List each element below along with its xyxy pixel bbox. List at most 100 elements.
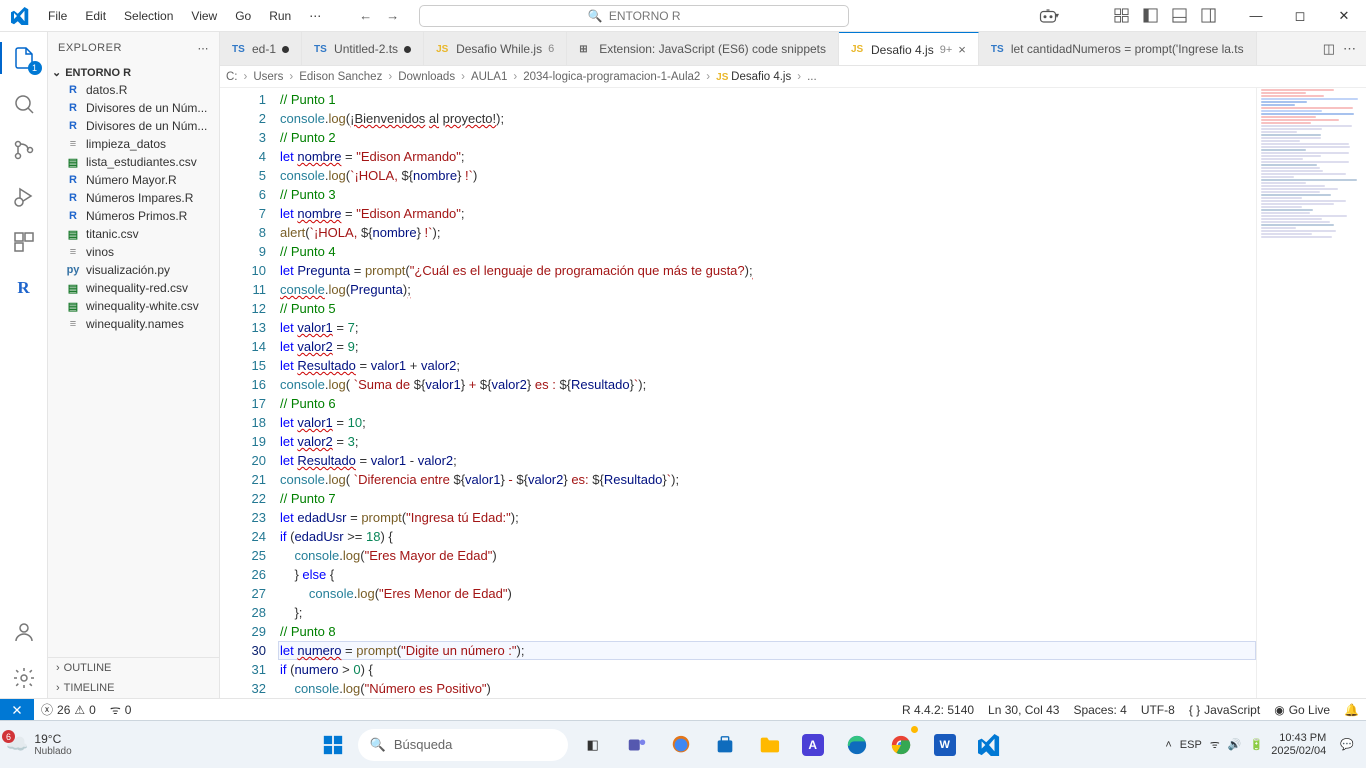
problems-status[interactable]: ⓧ26 ⚠0 xyxy=(34,699,103,721)
edge-icon[interactable] xyxy=(838,726,876,764)
split-editor-icon[interactable]: ◫ xyxy=(1323,41,1335,57)
file-item[interactable]: RDivisores de un Núm... xyxy=(48,117,219,135)
code-line[interactable]: if (edadUsr >= 18) { xyxy=(278,527,1256,546)
file-item[interactable]: ≡vinos xyxy=(48,243,219,261)
copilot-app-icon[interactable] xyxy=(662,726,700,764)
volume-icon[interactable]: 🔊 xyxy=(1228,738,1242,751)
code-line[interactable]: let nombre = "Edison Armando"; xyxy=(278,204,1256,223)
code-line[interactable]: let edadUsr = prompt("Ingresa tú Edad:")… xyxy=(278,508,1256,527)
code-line[interactable]: // Punto 2 xyxy=(278,128,1256,147)
activity-settings-icon[interactable] xyxy=(0,658,48,698)
file-item[interactable]: ▤winequality-red.csv xyxy=(48,279,219,297)
notification-center-icon[interactable]: 💬 xyxy=(1340,738,1354,751)
cursor-position-status[interactable]: Ln 30, Col 43 xyxy=(981,699,1066,721)
menu-more[interactable]: ⋯ xyxy=(301,5,329,27)
menu-selection[interactable]: Selection xyxy=(116,5,181,27)
wifi-icon[interactable]: ᯤ xyxy=(1210,737,1220,752)
editor-tab[interactable]: ⊞Extension: JavaScript (ES6) code snippe… xyxy=(567,32,839,66)
workspace-root[interactable]: ⌄ ENTORNO R xyxy=(48,64,219,81)
code-line[interactable]: console.log(Pregunta); xyxy=(278,280,1256,299)
file-item[interactable]: RNúmeros Primos.R xyxy=(48,207,219,225)
code-line[interactable]: // Punto 5 xyxy=(278,299,1256,318)
editor-tab[interactable]: TSUntitled-2.ts xyxy=(302,32,424,66)
editor-tab[interactable]: JSDesafio 4.js9+× xyxy=(839,32,979,66)
activity-r-icon[interactable]: R xyxy=(0,268,48,308)
code-line[interactable]: let nombre = "Edison Armando"; xyxy=(278,147,1256,166)
notifications-icon[interactable]: 🔔 xyxy=(1337,699,1366,721)
file-item[interactable]: ▤titanic.csv xyxy=(48,225,219,243)
activity-explorer-icon[interactable]: 1 xyxy=(0,38,48,78)
r-version-status[interactable]: R 4.4.2: 5140 xyxy=(895,699,981,721)
activity-account-icon[interactable] xyxy=(0,612,48,652)
breadcrumb-item[interactable]: 2034-logica-programacion-1-Aula2 xyxy=(523,71,700,83)
code-line[interactable]: // Punto 6 xyxy=(278,394,1256,413)
code-editor[interactable]: // Punto 1console.log(¡Bienvenidos al pr… xyxy=(278,88,1256,698)
editor-tab[interactable]: TSed-1 xyxy=(220,32,302,66)
command-center[interactable]: 🔍 ENTORNO R xyxy=(419,5,849,27)
code-line[interactable]: // Punto 7 xyxy=(278,489,1256,508)
code-line[interactable]: console.log( `Diferencia entre ${valor1}… xyxy=(278,470,1256,489)
code-line[interactable]: let valor1 = 7; xyxy=(278,318,1256,337)
app-a-icon[interactable]: A xyxy=(794,726,832,764)
taskbar-clock[interactable]: 10:43 PM 2025/02/04 xyxy=(1271,732,1326,758)
activity-search-icon[interactable] xyxy=(0,84,48,124)
code-line[interactable]: console.log( `Suma de ${valor1} + ${valo… xyxy=(278,375,1256,394)
explorer-more-icon[interactable]: ⋯ xyxy=(198,42,210,55)
language-mode-status[interactable]: { } JavaScript xyxy=(1182,699,1267,721)
activity-extensions-icon[interactable] xyxy=(0,222,48,262)
breadcrumb-item[interactable]: Users xyxy=(253,71,283,83)
file-item[interactable]: pyvisualización.py xyxy=(48,261,219,279)
fileexplorer-icon[interactable] xyxy=(750,726,788,764)
file-item[interactable]: RNúmero Mayor.R xyxy=(48,171,219,189)
start-button-icon[interactable] xyxy=(314,726,352,764)
code-line[interactable]: // Punto 8 xyxy=(278,622,1256,641)
activity-debug-icon[interactable] xyxy=(0,176,48,216)
code-line[interactable]: } else { xyxy=(278,565,1256,584)
tab-close-icon[interactable]: × xyxy=(958,42,966,57)
code-line[interactable]: console.log(¡Bienvenidos al proyecto!); xyxy=(278,109,1256,128)
encoding-status[interactable]: UTF-8 xyxy=(1134,699,1182,721)
golive-status[interactable]: ◉Go Live xyxy=(1267,699,1337,721)
code-line[interactable]: let valor2 = 9; xyxy=(278,337,1256,356)
layout-right-icon[interactable] xyxy=(1195,3,1221,29)
code-line[interactable]: // Punto 3 xyxy=(278,185,1256,204)
code-line[interactable]: console.log("Eres Menor de Edad") xyxy=(278,584,1256,603)
msstore-icon[interactable] xyxy=(706,726,744,764)
taskbar-search[interactable]: 🔍Búsqueda xyxy=(358,729,568,761)
copilot-icon[interactable]: ▾ xyxy=(1036,3,1062,29)
tray-chevron-icon[interactable]: ˄ xyxy=(1165,739,1171,751)
code-line[interactable]: let numero = prompt("Digite un número :"… xyxy=(278,641,1256,660)
menu-edit[interactable]: Edit xyxy=(77,5,114,27)
indentation-status[interactable]: Spaces: 4 xyxy=(1066,699,1133,721)
file-item[interactable]: ▤lista_estudiantes.csv xyxy=(48,153,219,171)
teams-icon[interactable] xyxy=(618,726,656,764)
layout-customize-icon[interactable] xyxy=(1108,3,1134,29)
file-item[interactable]: RDivisores de un Núm... xyxy=(48,99,219,117)
code-line[interactable]: let valor2 = 3; xyxy=(278,432,1256,451)
task-view-icon[interactable]: ◧ xyxy=(574,726,612,764)
ports-status[interactable]: ᯤ0 xyxy=(103,699,139,721)
breadcrumb-item[interactable]: JS Desafio 4.js xyxy=(716,71,791,83)
activity-scm-icon[interactable] xyxy=(0,130,48,170)
chrome-icon[interactable] xyxy=(882,726,920,764)
outline-section[interactable]: ›OUTLINE xyxy=(48,658,219,678)
layout-left-icon[interactable] xyxy=(1137,3,1163,29)
code-line[interactable]: console.log(`¡HOLA, ${nombre} !`) xyxy=(278,166,1256,185)
window-close-icon[interactable]: ✕ xyxy=(1322,0,1366,32)
taskbar-weather[interactable]: ☁️ 6 19°C Nublado xyxy=(6,732,156,757)
menu-run[interactable]: Run xyxy=(261,5,299,27)
file-item[interactable]: RNúmeros Impares.R xyxy=(48,189,219,207)
remote-indicator-icon[interactable] xyxy=(0,699,34,721)
code-line[interactable]: let valor1 = 10; xyxy=(278,413,1256,432)
breadcrumb[interactable]: C:›Users›Edison Sanchez›Downloads›AULA1›… xyxy=(220,66,1366,88)
breadcrumb-item[interactable]: AULA1 xyxy=(471,71,507,83)
code-line[interactable]: // Punto 1 xyxy=(278,90,1256,109)
timeline-section[interactable]: ›TIMELINE xyxy=(48,678,219,698)
menu-go[interactable]: Go xyxy=(227,5,259,27)
editor-tab[interactable]: TSlet cantidadNumeros = prompt('Ingrese … xyxy=(979,32,1257,66)
tab-more-icon[interactable]: ⋯ xyxy=(1343,41,1356,57)
tray-lang[interactable]: ESP xyxy=(1180,739,1202,751)
breadcrumb-item[interactable]: ... xyxy=(807,71,817,83)
nav-forward-icon[interactable]: → xyxy=(386,8,399,23)
code-line[interactable]: }; xyxy=(278,603,1256,622)
